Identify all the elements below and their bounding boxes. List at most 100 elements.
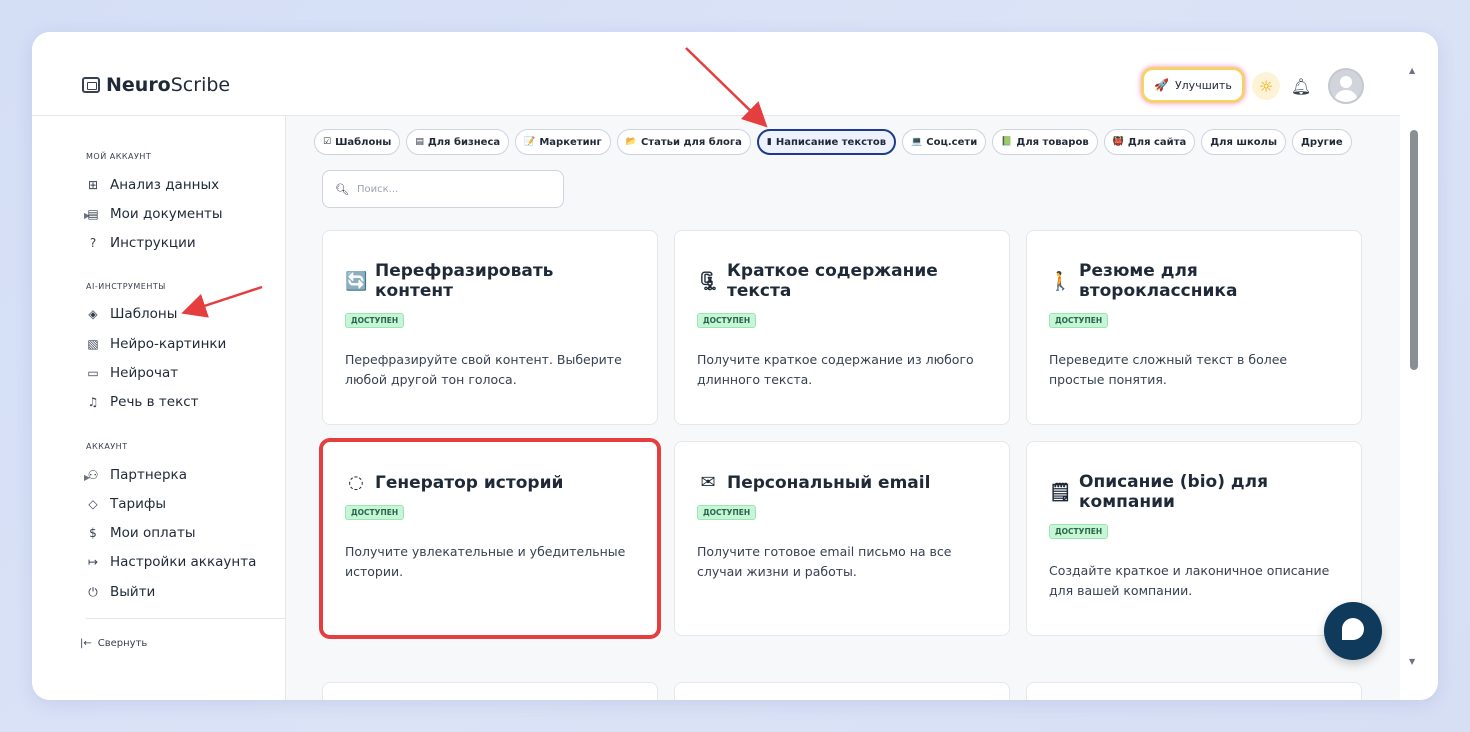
sidebar-item-logout[interactable]: ⏻ Выйти — [86, 581, 155, 603]
sidebar-item-tariffs[interactable]: ◇ Тарифы — [86, 493, 166, 515]
chat-widget-button[interactable] — [1324, 602, 1382, 660]
image-icon: ▧ — [87, 337, 99, 351]
tab-label: Написание текстов — [775, 136, 887, 148]
status-badge: ДОСТУПЕН — [345, 505, 405, 520]
headphones-icon: ♫ — [87, 395, 99, 409]
card-description: Создайте краткое и лаконичное описание д… — [1049, 563, 1330, 598]
tab-label: Для школы — [1210, 136, 1278, 148]
tab-website[interactable]: 👹 Для сайта — [1103, 129, 1196, 155]
search-input[interactable]: 🔍︎ Поиск... — [322, 170, 564, 208]
scroll-down-icon[interactable]: ▼ — [1409, 657, 1415, 666]
sidebar-item-label: Нейрочат — [110, 365, 179, 381]
tab-label: Соц.сети — [926, 136, 978, 148]
scroll-up-icon[interactable]: ▲ — [1409, 66, 1415, 75]
sidebar-item-label: Речь в текст — [110, 394, 199, 410]
template-card[interactable]: 🚶 Резюме для второклассника ДОСТУПЕН Пер… — [1026, 230, 1362, 425]
template-card[interactable] — [322, 682, 658, 700]
chat-icon: ▭ — [87, 366, 99, 380]
logo-icon — [82, 77, 100, 93]
upgrade-button[interactable]: 🚀 Улучшить — [1144, 70, 1242, 100]
divider — [86, 618, 286, 619]
tab-text-writing[interactable]: ▮ Написание текстов — [756, 129, 897, 155]
sidebar-item-neuro-images[interactable]: ▧ Нейро-картинки — [86, 333, 226, 355]
tab-business[interactable]: ▤ Для бизнеса — [406, 129, 510, 155]
tab-label: Статьи для блога — [640, 136, 742, 148]
sidebar-item-instructions[interactable]: ? Инструкции — [86, 232, 196, 254]
search-icon: 🔍︎ — [335, 182, 349, 196]
tab-products[interactable]: 📗 Для товаров — [992, 129, 1098, 155]
tab-school[interactable]: Для школы — [1201, 129, 1287, 155]
sidebar-item-account-settings[interactable]: ↦ Настройки аккаунта — [86, 551, 256, 573]
logo[interactable]: NeuroScribe — [82, 74, 230, 96]
template-card[interactable]: ◌ Генератор историй ДОСТУПЕН Получите ув… — [322, 441, 658, 636]
collapse-button[interactable]: |← Свернуть — [80, 638, 147, 649]
logout-arrow-icon: ↦ — [87, 555, 99, 569]
status-badge: ДОСТУПЕН — [697, 505, 757, 520]
sidebar-item-label: Тарифы — [110, 496, 167, 512]
sidebar-item-label: Анализ данных — [110, 177, 220, 193]
envelope-icon: ✉ — [700, 472, 716, 493]
sidebar-item-neurochat[interactable]: ▭ Нейрочат — [86, 362, 178, 384]
rocket-icon: 🚀 — [1154, 78, 1169, 92]
tab-other[interactable]: Другие — [1292, 129, 1352, 155]
tab-blog-articles[interactable]: 📂 Статьи для блога — [616, 129, 751, 155]
sidebar-item-my-payments[interactable]: $ Мои оплаты — [86, 522, 195, 544]
card-description: Получите увлекательные и убедительные ис… — [345, 544, 626, 579]
template-card[interactable]: 🔄 Перефразировать контент ДОСТУПЕН Переф… — [322, 230, 658, 425]
help-circle-icon: ? — [89, 236, 97, 250]
sidebar-item-label: Мои оплаты — [110, 525, 196, 541]
top-bar: NeuroScribe 🚀 Улучшить ☼ 🔔︎ — [32, 32, 1400, 116]
sidebar-item-speech-to-text[interactable]: ♫ Речь в текст — [86, 391, 199, 413]
category-tabs: ☑ Шаблоны ▤ Для бизнеса 📝 Маркетинг 📂 Статьи… — [314, 129, 1352, 155]
card-title: 🗒 Описание (bio) для компании — [1049, 472, 1339, 512]
template-card[interactable]: ✉ Персональный email ДОСТУПЕН Получите г… — [674, 441, 1010, 636]
sidebar-item-label: Выйти — [110, 584, 156, 600]
card-title: ◌ Генератор историй — [345, 472, 635, 493]
status-badge: ДОСТУПЕН — [345, 313, 405, 328]
sidebar-item-my-documents[interactable]: ▤ Мои документы — [86, 203, 222, 225]
checkbox-icon: ☑ — [323, 137, 332, 147]
avatar[interactable] — [1328, 68, 1364, 104]
bell-icon[interactable]: 🔔︎ — [1290, 74, 1312, 98]
folder-icon: 📂 — [625, 137, 637, 147]
sidebar-item-templates[interactable]: ◈ Шаблоны — [86, 303, 177, 325]
scrollbar[interactable]: ▲ ▼ — [1400, 32, 1438, 700]
card-title: 🔄 Перефразировать контент — [345, 261, 635, 301]
laptop-icon: 💻 — [911, 137, 923, 147]
sidebar-item-partners[interactable]: ⚇ Партнерка — [86, 464, 187, 486]
notepad-icon: 🗒 — [1049, 481, 1072, 503]
tab-social[interactable]: 💻 Соц.сети — [902, 129, 987, 155]
calendar-icon: ▤ — [415, 137, 424, 147]
document-icon: ▤ — [87, 207, 99, 221]
grid-icon: ⊞ — [87, 178, 99, 192]
sidebar-item-data-analysis[interactable]: ⊞ Анализ данных — [86, 174, 219, 196]
power-icon: ⏻ — [88, 584, 98, 599]
loading-icon: ◌ — [348, 472, 364, 493]
template-card[interactable] — [674, 682, 1010, 700]
tab-marketing[interactable]: 📝 Маркетинг — [515, 129, 611, 155]
status-badge: ДОСТУПЕН — [1049, 524, 1109, 539]
memo-icon: 📝 — [524, 137, 536, 147]
card-description: Получите готовое email письмо на все слу… — [697, 544, 952, 579]
collapse-left-icon: |← — [80, 638, 92, 649]
search-placeholder: Поиск... — [356, 183, 399, 195]
main-content: ☑ Шаблоны ▤ Для бизнеса 📝 Маркетинг 📂 Статьи… — [286, 116, 1400, 700]
template-card[interactable]: 🗒 Описание (bio) для компании ДОСТУПЕН С… — [1026, 441, 1362, 636]
layers-icon: ◈ — [88, 307, 98, 321]
template-card[interactable]: 🗜 Краткое содержание текста ДОСТУПЕН Пол… — [674, 230, 1010, 425]
person-icon: 🚶 — [1049, 270, 1072, 292]
users-icon: ⚇ — [87, 468, 99, 482]
scrollbar-thumb[interactable] — [1410, 130, 1418, 370]
card-title-text: Резюме для второклассника — [1079, 261, 1238, 301]
tab-templates[interactable]: ☑ Шаблоны — [314, 129, 401, 155]
template-card[interactable] — [1026, 682, 1362, 700]
status-badge: ДОСТУПЕН — [697, 313, 757, 328]
sidebar-item-label: Партнерка — [110, 467, 187, 483]
tab-label: Для товаров — [1016, 136, 1089, 148]
clamp-icon: 🗜 — [697, 270, 720, 292]
card-description: Получите краткое содержание из любого дл… — [697, 352, 974, 387]
card-title: 🚶 Резюме для второклассника — [1049, 261, 1339, 301]
theme-toggle-sun-icon[interactable]: ☼ — [1252, 72, 1280, 100]
phone-icon: ▮ — [766, 137, 772, 147]
sidebar-section-account: АККАУНТ — [86, 442, 128, 451]
